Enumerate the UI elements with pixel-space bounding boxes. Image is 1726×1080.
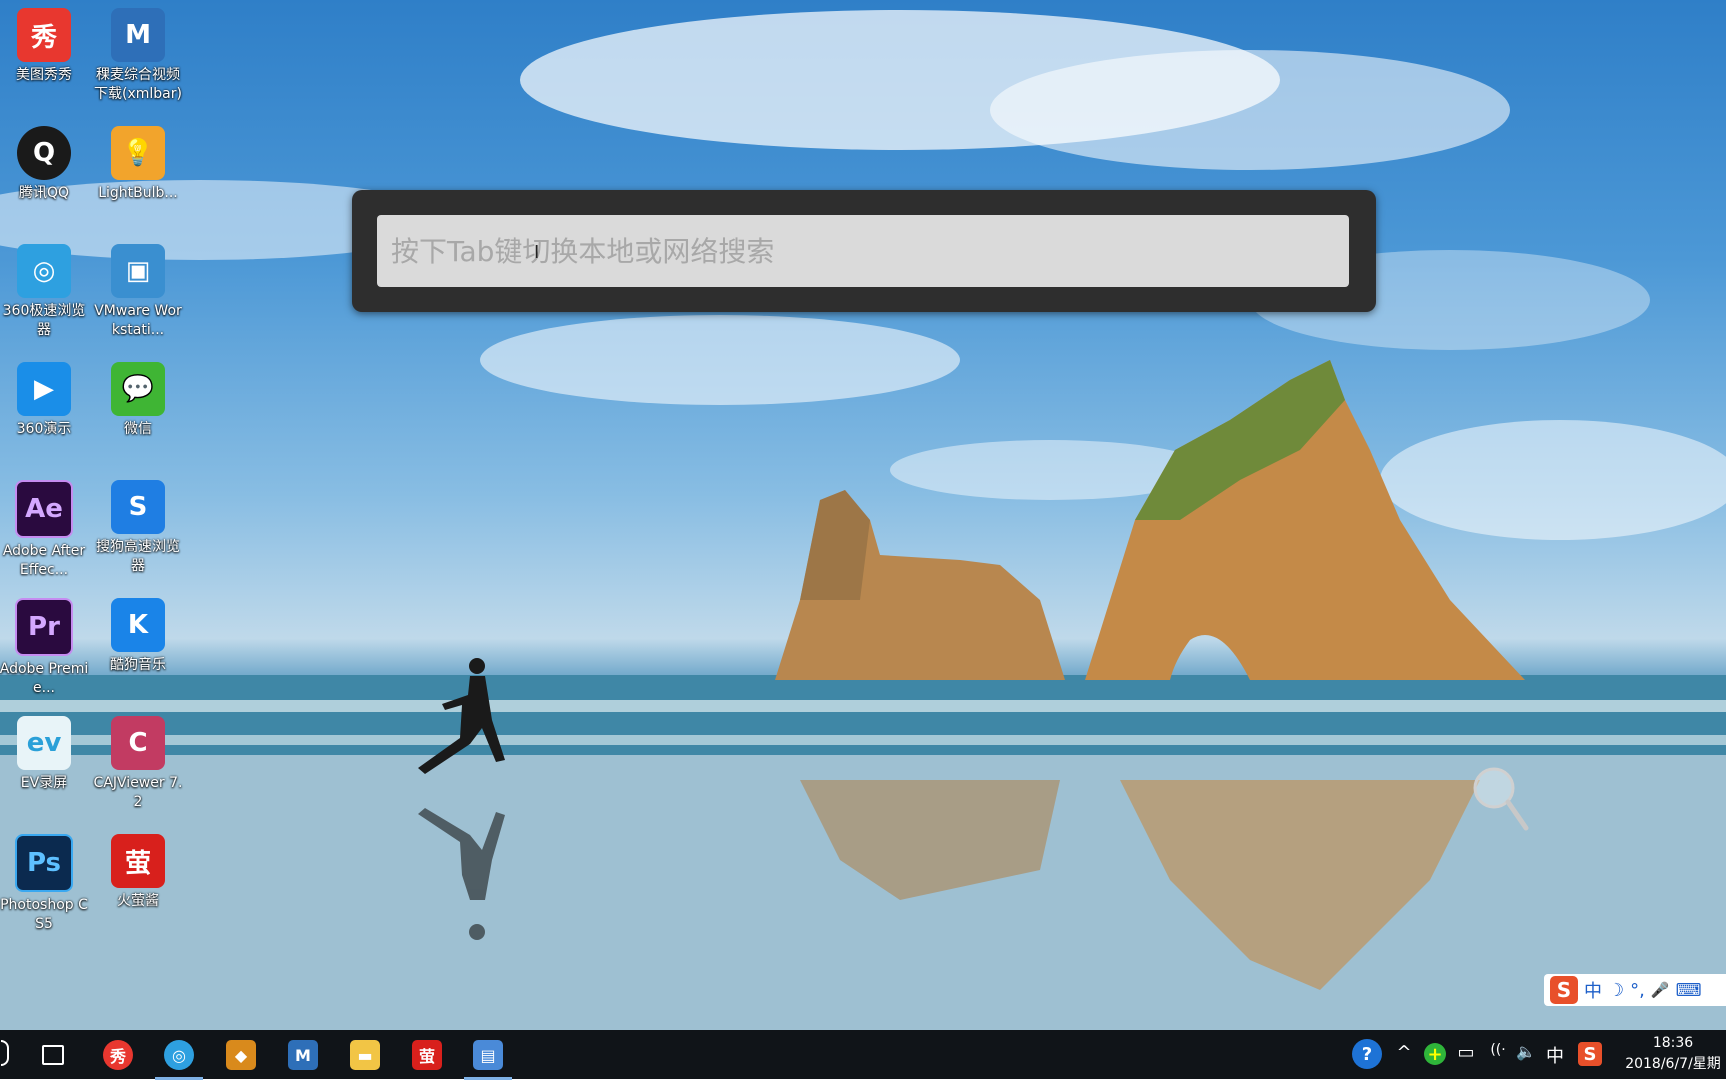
taskbar-app-remote-desktop[interactable]: ▤ — [464, 1037, 512, 1080]
ime-mode-toggle[interactable]: 中 — [1584, 977, 1602, 1003]
search-popup — [352, 190, 1376, 312]
desktop-icon-tencent-qq[interactable]: Q 腾讯QQ — [0, 126, 91, 203]
xmlbar-icon: M — [111, 8, 165, 62]
desktop-icon-label: 美图秀秀 — [16, 67, 72, 83]
taskbar-app-360-browser[interactable]: ◎ — [155, 1037, 203, 1080]
vmware-icon: ▣ — [111, 244, 165, 298]
taskbar-app-xmlbar[interactable]: M — [285, 1037, 321, 1073]
sogou-tray-icon[interactable]: S — [1578, 1042, 1602, 1066]
ime-toolbar: S 中 ☽ °, 🎤 ⌨ — [1544, 974, 1726, 1006]
taskbar: ❐ 秀 ◎ ◆ M ▬ 萤 ▤ ? ^ + ▭ ((· 🔈 中 S 18:36 2018/6/… — [0, 1030, 1726, 1080]
battery-icon[interactable]: ▭ — [1455, 1042, 1477, 1063]
task-view-icon: ❐ — [42, 1045, 64, 1065]
desktop-icon-meitu-xiuxiu[interactable]: 秀美图秀秀 — [0, 8, 91, 85]
kugou-icon: K — [111, 598, 165, 652]
desktop-icon-cajviewer[interactable]: C CAJViewer 7.2 — [91, 716, 185, 812]
premiere-icon: Pr — [15, 598, 73, 656]
desktop-icon-label: CAJViewer 7.2 — [93, 775, 183, 810]
desktop-icon-after-effects[interactable]: Ae Adobe After Effec... — [0, 480, 91, 580]
desktop-icon-360-browser[interactable]: ◎ 360极速浏览器 — [0, 244, 91, 340]
desktop-icon-vmware[interactable]: ▣ VMware Workstati... — [91, 244, 185, 340]
desktop-icon-lightbulb[interactable]: 💡 LightBulb... — [91, 126, 185, 203]
clock-date: 2018/6/7/星期 — [1625, 1056, 1721, 1072]
text-cursor-icon: I — [534, 242, 540, 263]
ev-recorder-icon: ev — [17, 716, 71, 770]
huoying-icon: 萤 — [111, 834, 165, 888]
360-browser-icon: ◎ — [17, 244, 71, 298]
desktop-icon-label: 酷狗音乐 — [110, 657, 166, 673]
taskbar-app-huoying[interactable]: 萤 — [409, 1037, 445, 1073]
taskbar-app-file-explorer[interactable]: ▬ — [347, 1037, 383, 1073]
start-button-edge[interactable] — [0, 1040, 10, 1066]
huoying-icon: 萤 — [412, 1040, 442, 1070]
microphone-icon[interactable]: 🎤 — [1651, 981, 1670, 999]
taskbar-app-task-view[interactable]: ❐ — [35, 1037, 71, 1073]
search-input[interactable] — [377, 215, 1349, 287]
search-box — [377, 215, 1349, 287]
meitu-xiuxiu-icon: 秀 — [103, 1040, 133, 1070]
desktop-icon-photoshop[interactable]: Ps Photoshop CS5 — [0, 834, 91, 934]
desktop-icon-label: 微信 — [124, 421, 152, 437]
desktop-icon-label: 360极速浏览器 — [2, 303, 86, 338]
desktop-icon-label: EV录屏 — [20, 775, 68, 791]
xmlbar-icon: M — [288, 1040, 318, 1070]
desktop-icon-xmlbar[interactable]: M 稞麦综合视频下载(xmlbar) — [91, 8, 185, 104]
wechat-icon: 💬 — [111, 362, 165, 416]
desktop-icon-kugou[interactable]: K 酷狗音乐 — [91, 598, 185, 675]
magnifier-icon[interactable] — [1472, 766, 1532, 836]
lightbulb-icon: 💡 — [111, 126, 165, 180]
sogou-logo-icon[interactable]: S — [1550, 976, 1578, 1004]
desktop-icon-label: VMware Workstati... — [94, 303, 182, 338]
wifi-icon[interactable]: ((· — [1486, 1042, 1510, 1058]
file-explorer-icon: ▬ — [350, 1040, 380, 1070]
desktop-icon-label: Adobe Premie... — [0, 661, 89, 696]
clock-time: 18:36 — [1652, 1035, 1694, 1051]
wallpaper-scene — [0, 10, 1726, 1030]
ime-language-indicator[interactable]: 中 — [1544, 1042, 1566, 1068]
keyboard-icon[interactable]: ⌨ — [1676, 980, 1702, 1001]
media-player-icon: ◆ — [226, 1040, 256, 1070]
tencent-qq-icon: Q — [17, 126, 71, 180]
help-icon[interactable]: ? — [1352, 1039, 1382, 1069]
taskbar-app-media-player[interactable]: ◆ — [223, 1037, 259, 1073]
desktop-icon-premiere[interactable]: Pr Adobe Premie... — [0, 598, 91, 698]
remote-desktop-icon: ▤ — [473, 1040, 503, 1070]
desktop-icon-label: Photoshop CS5 — [0, 897, 88, 932]
volume-icon[interactable]: 🔈 — [1514, 1042, 1538, 1061]
desktop-icon-huoying[interactable]: 萤火萤酱 — [91, 834, 185, 911]
desktop-icon-label: 腾讯QQ — [18, 185, 70, 201]
desktop-icon-label: 火萤酱 — [117, 893, 159, 909]
security-plus-icon[interactable]: + — [1424, 1043, 1446, 1065]
360-slides-icon: ▶ — [17, 362, 71, 416]
system-clock[interactable]: 18:36 2018/6/7/星期 — [1620, 1033, 1726, 1075]
taskbar-app-meitu-xiuxiu[interactable]: 秀 — [100, 1037, 136, 1073]
desktop-icon-360-slides[interactable]: ▶ 360演示 — [0, 362, 91, 439]
desktop-icon-ev-recorder[interactable]: ev EV录屏 — [0, 716, 91, 793]
desktop-icon-label: Adobe After Effec... — [2, 543, 86, 578]
cajviewer-icon: C — [111, 716, 165, 770]
desktop-icon-label: 360演示 — [16, 421, 72, 437]
meitu-xiuxiu-icon: 秀 — [17, 8, 71, 62]
desktop-icon-sogou-browser[interactable]: S 搜狗高速浏览器 — [91, 480, 185, 576]
desktop-icon-label: LightBulb... — [98, 185, 178, 201]
desktop-wallpaper — [0, 0, 1726, 1030]
sogou-browser-icon: S — [111, 480, 165, 534]
moon-icon[interactable]: ☽ — [1608, 980, 1624, 1001]
after-effects-icon: Ae — [15, 480, 73, 538]
photoshop-icon: Ps — [15, 834, 73, 892]
desktop-icon-wechat[interactable]: 💬 微信 — [91, 362, 185, 439]
chevron-up-icon[interactable]: ^ — [1395, 1042, 1413, 1063]
360-browser-icon: ◎ — [164, 1040, 194, 1070]
punctuation-icon[interactable]: °, — [1630, 980, 1645, 1001]
desktop-icon-label: 搜狗高速浏览器 — [96, 539, 180, 574]
desktop-icon-label: 稞麦综合视频下载(xmlbar) — [94, 67, 182, 102]
